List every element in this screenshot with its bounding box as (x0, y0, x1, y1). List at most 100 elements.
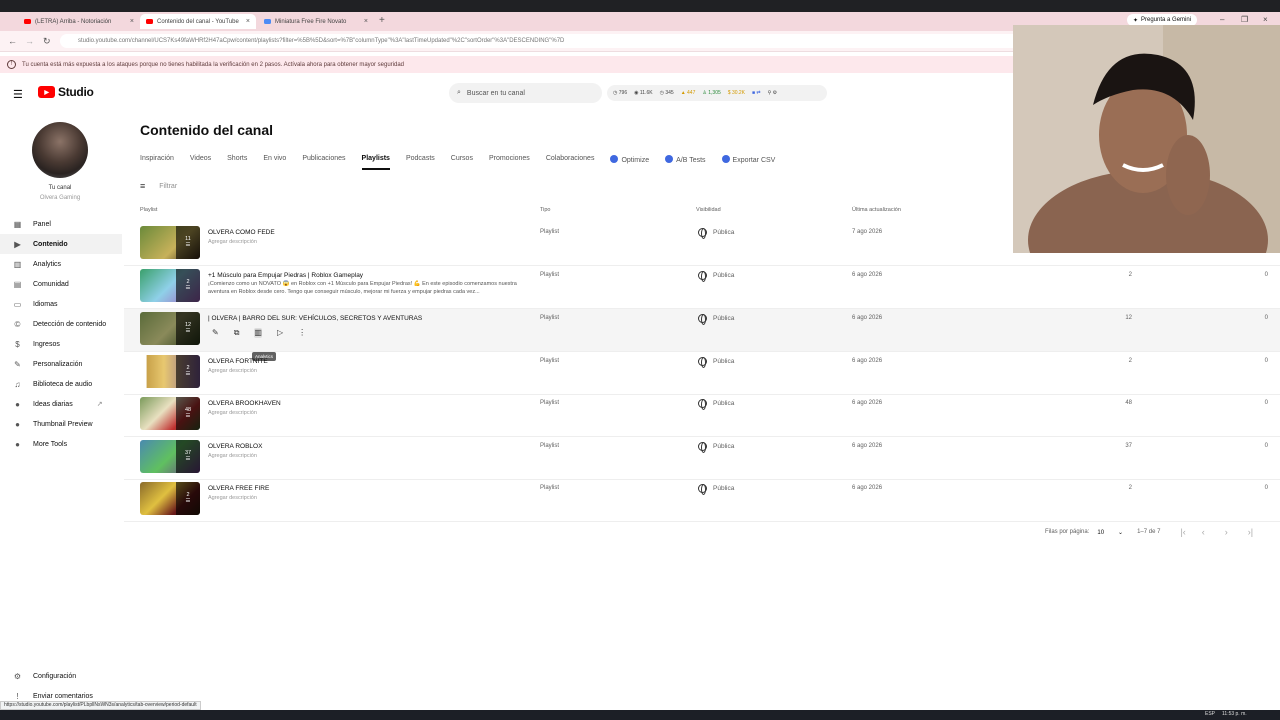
updated-date: 6 ago 2026 (852, 443, 883, 449)
updated-date: 7 ago 2026 (852, 229, 883, 235)
sidebar-item-idiomas[interactable]: ▭ Idiomas (0, 294, 122, 314)
url-field[interactable]: studio.youtube.com/channel/UCS7Ks49faWHR… (60, 34, 1020, 48)
globe-icon (698, 314, 707, 325)
maximize-icon[interactable]: ❐ (1241, 15, 1248, 24)
tab-label: Contenido del canal - YouTube (157, 18, 239, 25)
video-count: 12 (1125, 315, 1132, 321)
playlist-thumbnail[interactable]: 2 ☰ (140, 269, 200, 302)
more-options-icon[interactable]: ⋮ (298, 328, 306, 338)
warning-text[interactable]: Tu cuenta está más expuesta a los ataque… (22, 62, 404, 68)
tab-colaboraciones[interactable]: Colaboraciones (546, 155, 595, 170)
copy-icon[interactable]: ⧉ (234, 328, 240, 338)
table-row[interactable]: 2 ☰ OLVERA FREE FIRE Agregar descripción … (124, 479, 1280, 522)
table-row[interactable]: 48 ☰ OLVERA BROOKHAVEN Agregar descripció… (124, 394, 1280, 437)
tab-inspiracion[interactable]: Inspiración (140, 155, 174, 170)
tab-promociones[interactable]: Promociones (489, 155, 530, 170)
globe-icon (698, 442, 707, 453)
tab-shorts[interactable]: Shorts (227, 155, 247, 170)
visibility-cell: Pública (698, 314, 734, 325)
close-window-icon[interactable]: × (1263, 15, 1268, 24)
tab-playlists[interactable]: Playlists (361, 155, 390, 170)
sidebar-item-thumbnail-preview[interactable]: ● Thumbnail Preview (0, 414, 122, 434)
playlist-title[interactable]: OLVERA COMO FEDE (208, 229, 275, 236)
tab-cursos[interactable]: Cursos (451, 155, 473, 170)
rows-per-page-select[interactable]: 10 ⌄ (1097, 529, 1123, 536)
channel-search-bar[interactable]: ⌕ Buscar en tu canal (449, 83, 602, 103)
tab-publicaciones[interactable]: Publicaciones (302, 155, 345, 170)
table-row[interactable]: 2 ☰ OLVERA FORTNITE Agregar descripción P… (124, 352, 1280, 395)
extension-stats-bar[interactable]: ◷ 796 ◉ 11.6K ◷ 345 ▲ 447 ♙ 1,305 $ 30.2… (607, 85, 827, 101)
column-header-updated[interactable]: Última actualización (852, 207, 901, 213)
tab-videos[interactable]: Videos (190, 155, 211, 170)
minimize-icon[interactable]: – (1220, 15, 1224, 24)
studio-logo[interactable]: ▶ Studio (38, 85, 94, 99)
tab-optimize[interactable]: Optimize (610, 155, 649, 170)
sidebar-item-panel[interactable]: ▦ Panel (0, 214, 122, 234)
playlist-title[interactable]: OLVERA BROOKHAVEN (208, 400, 281, 407)
playlist-description: Agregar descripción (208, 410, 257, 416)
playlist-title[interactable]: OLVERA ROBLOX (208, 443, 262, 450)
sidebar-item-more-tools[interactable]: ● More Tools (0, 434, 122, 454)
filter-icon[interactable]: ≡ (140, 181, 145, 191)
filter-bar[interactable]: ≡ Filtrar (140, 181, 177, 191)
browser-tab-active[interactable]: Contenido del canal - YouTube × (140, 14, 256, 29)
playlist-thumbnail[interactable]: 37 ☰ (140, 440, 200, 473)
playlist-thumbnail[interactable]: 48 ☰ (140, 397, 200, 430)
sidebar-item-configuracion[interactable]: ⚙ Configuración (0, 666, 122, 686)
table-row[interactable]: 2 ☰ +1 Músculo para Empujar Piedras | Rob… (124, 266, 1280, 309)
first-page-icon[interactable]: |‹ (1180, 527, 1185, 537)
hamburger-menu-icon[interactable]: ☰ (13, 88, 23, 101)
sidebar-item-ingresos[interactable]: $ Ingresos (0, 334, 122, 354)
playlist-thumbnail[interactable]: 2 ☰ (140, 482, 200, 515)
playlist-title[interactable]: OLVERA FORTNITE (208, 358, 268, 365)
reload-icon[interactable]: ↻ (43, 36, 51, 47)
playlist-thumbnail[interactable]: 11 ☰ (140, 226, 200, 259)
sidebar-item-deteccion[interactable]: © Detección de contenido (0, 314, 122, 334)
playlist-title[interactable]: | OLVERA | BARRO DEL SUR: VEHÍCULOS, SEC… (208, 315, 422, 322)
last-page-icon[interactable]: ›| (1248, 527, 1253, 537)
sidebar-item-analytics[interactable]: ▥ Analytics (0, 254, 122, 274)
column-header-visibility: Visibilidad (696, 207, 721, 213)
sidebar-item-comunidad[interactable]: ▤ Comunidad (0, 274, 122, 294)
tab-podcasts[interactable]: Podcasts (406, 155, 435, 170)
playlist-type: Playlist (540, 485, 560, 491)
close-icon[interactable]: × (246, 18, 250, 25)
playlist-title[interactable]: +1 Músculo para Empujar Piedras | Roblox… (208, 272, 363, 279)
video-count: 2 (1128, 358, 1132, 364)
browser-tab[interactable]: Miniatura Free Fire Novato × (258, 14, 374, 29)
browser-tab[interactable]: (LETRA) Arriba - Notoriación × (18, 14, 140, 29)
sidebar-item-biblioteca[interactable]: ♫ Biblioteca de audio (0, 374, 122, 394)
playlist-description: Agregar descripción (208, 453, 257, 459)
playlist-title[interactable]: OLVERA FREE FIRE (208, 485, 269, 492)
sidebar-item-personalizacion[interactable]: ✎ Personalización (0, 354, 122, 374)
visibility-cell: Pública (698, 399, 734, 410)
close-icon[interactable]: × (364, 18, 368, 25)
webcam-person-image (1013, 25, 1280, 253)
prev-page-icon[interactable]: ‹ (1202, 527, 1205, 537)
tab-ab-tests[interactable]: A/B Tests (665, 155, 706, 170)
close-icon[interactable]: × (130, 18, 134, 25)
analytics-chart-icon[interactable]: ▥ (254, 328, 262, 338)
video-count-overlay: 11 ☰ (176, 226, 200, 259)
table-row[interactable]: 12 ☰ | OLVERA | BARRO DEL SUR: VEHÍCULOS,… (124, 309, 1280, 352)
extension-icon[interactable]: ■ ⇄ (752, 90, 761, 96)
tab-export-csv[interactable]: Exportar CSV (721, 155, 775, 170)
youtube-view-icon[interactable]: ▷ (277, 328, 283, 338)
back-arrow-icon[interactable]: ← (8, 36, 17, 46)
sidebar-item-ideas[interactable]: ● Ideas diarias ↗ (0, 394, 122, 414)
extra-count: 0 (1264, 315, 1268, 321)
next-page-icon[interactable]: › (1225, 527, 1228, 537)
video-count: 2 (1128, 272, 1132, 278)
table-row[interactable]: 37 ☰ OLVERA ROBLOX Agregar descripción Pl… (124, 437, 1280, 480)
edit-pencil-icon[interactable]: ✎ (212, 328, 219, 338)
tab-en-vivo[interactable]: En vivo (263, 155, 286, 170)
new-tab-plus-icon[interactable]: + (379, 15, 385, 26)
playlist-thumbnail[interactable]: 2 ☰ (140, 355, 200, 388)
forward-arrow-icon[interactable]: → (25, 36, 34, 46)
sidebar-item-contenido[interactable]: ▶ Contenido (0, 234, 122, 254)
channel-avatar[interactable] (32, 122, 88, 178)
extension-icon[interactable]: ⚲ ⚙ (768, 90, 778, 96)
playlist-thumbnail[interactable]: 12 ☰ (140, 312, 200, 345)
doc-favicon-icon (264, 19, 271, 24)
playlist-description: Agregar descripción (208, 239, 257, 245)
